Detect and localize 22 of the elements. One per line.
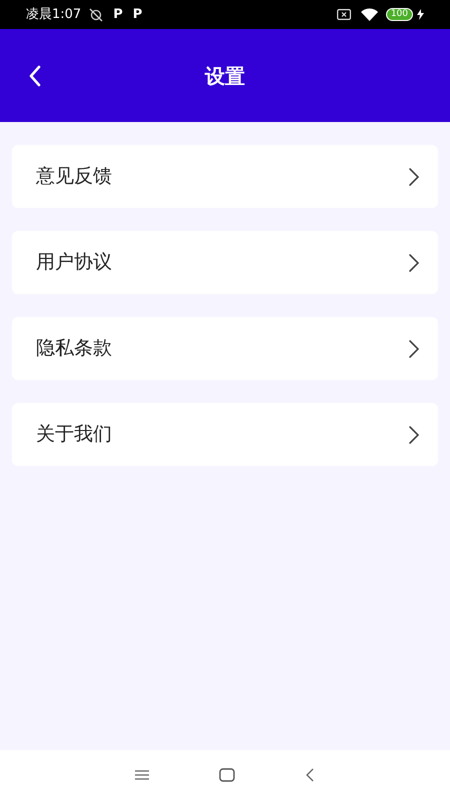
page-title: 设置 xyxy=(205,62,245,90)
chevron-right-icon xyxy=(408,166,420,186)
chevron-right-icon xyxy=(408,338,420,358)
menu-item[interactable]: 隐私条款 xyxy=(12,317,438,380)
status-time: 凌晨1:07 xyxy=(26,6,82,24)
home-nav-button[interactable] xyxy=(219,768,235,782)
chevron-right-icon xyxy=(408,424,420,444)
notification-icon: P xyxy=(132,4,142,24)
menu-icon xyxy=(135,769,149,781)
charging-icon xyxy=(417,9,424,20)
battery-indicator: 100 xyxy=(386,8,413,21)
menu-nav-button[interactable] xyxy=(135,769,149,781)
menu-item[interactable]: 用户协议 xyxy=(12,231,438,294)
menu-item[interactable]: 关于我们 xyxy=(12,403,438,466)
alarm-off-icon xyxy=(89,8,104,22)
notification-icon: P xyxy=(113,4,123,24)
chevron-right-icon xyxy=(408,252,420,272)
menu-item[interactable]: 意见反馈 xyxy=(12,145,438,208)
sim-icon xyxy=(336,9,351,20)
back-nav-button[interactable] xyxy=(305,768,315,782)
wifi-icon xyxy=(360,8,378,21)
square-icon xyxy=(219,768,235,782)
